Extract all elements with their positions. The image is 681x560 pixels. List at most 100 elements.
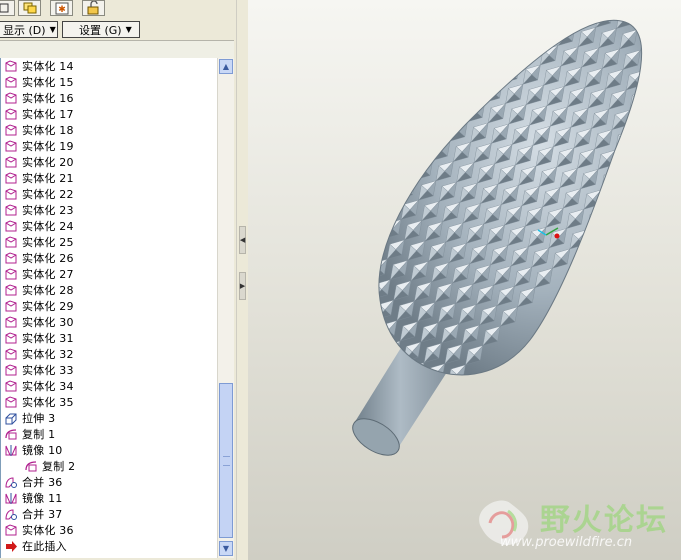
tree-item[interactable]: 实体化 15 <box>3 74 74 90</box>
solidify-icon <box>3 395 19 409</box>
solidify-icon <box>3 203 19 217</box>
tree-item-label: 合并 36 <box>22 476 63 489</box>
mirror-icon <box>3 443 19 457</box>
solidify-icon <box>3 331 19 345</box>
chevron-down-icon: ▼ <box>49 25 56 34</box>
tree-item-label: 实体化 30 <box>22 316 74 329</box>
tree-item-label: 实体化 23 <box>22 204 74 217</box>
tree-item[interactable]: 实体化 26 <box>3 250 74 266</box>
tree-item-label: 实体化 15 <box>22 76 74 89</box>
tree-item[interactable]: 合并 36 <box>3 474 63 490</box>
tree-item[interactable]: 实体化 28 <box>3 282 74 298</box>
merge-icon <box>3 507 19 521</box>
tree-item[interactable]: 实体化 22 <box>3 186 74 202</box>
graphics-viewport[interactable] <box>248 0 681 560</box>
pine-cone-model <box>352 19 643 456</box>
tree-item-label: 实体化 22 <box>22 188 74 201</box>
tree-item[interactable]: 实体化 30 <box>3 314 74 330</box>
tree-item-label: 实体化 27 <box>22 268 74 281</box>
tree-toolbar: ✱ <box>0 0 236 18</box>
solidify-icon <box>3 139 19 153</box>
tree-item[interactable]: 复制 2 <box>23 458 75 474</box>
tree-item[interactable]: 实体化 19 <box>3 138 74 154</box>
tree-item[interactable]: 复制 1 <box>3 426 55 442</box>
tree-filter-icon[interactable] <box>0 0 15 16</box>
tree-item[interactable]: 实体化 18 <box>3 122 74 138</box>
solidify-icon <box>3 267 19 281</box>
star-icon[interactable]: ✱ <box>50 0 73 16</box>
tree-item[interactable]: 实体化 14 <box>3 58 74 74</box>
settings-lock-icon[interactable] <box>82 0 105 16</box>
show-menu-button[interactable]: 显示 (D) ▼ <box>0 21 58 38</box>
tree-item-label: 实体化 18 <box>22 124 74 137</box>
tree-item-label: 实体化 14 <box>22 60 74 73</box>
tree-item-label: 复制 2 <box>42 460 76 473</box>
tree-item-label: 实体化 20 <box>22 156 74 169</box>
solidify-icon <box>3 251 19 265</box>
chevron-down-icon: ▼ <box>125 25 132 34</box>
extrude-icon <box>3 411 19 425</box>
tree-item[interactable]: 实体化 17 <box>3 106 74 122</box>
tree-item[interactable]: 合并 37 <box>3 506 63 522</box>
cone-body <box>378 19 643 376</box>
tree-item[interactable]: 实体化 21 <box>3 170 74 186</box>
model-tree: 实体化 14 实体化 15 实体化 16 实体化 17 实体化 18 实体化 19 实体化 … <box>0 58 219 558</box>
tree-item-label: 实体化 33 <box>22 364 74 377</box>
watermark-url: www.proewildfire.cn <box>500 535 633 550</box>
settings-menu-button[interactable]: 设置 (G) ▼ <box>62 21 140 38</box>
tree-item[interactable]: 实体化 36 <box>3 522 74 538</box>
scroll-thumb[interactable] <box>219 383 233 538</box>
show-menu-label: 显示 (D) <box>3 23 46 37</box>
solidify-icon <box>3 523 19 537</box>
tree-item[interactable]: 实体化 27 <box>3 266 74 282</box>
watermark-title: 野火论坛 <box>540 503 668 538</box>
tree-item[interactable]: 实体化 33 <box>3 362 74 378</box>
tree-item[interactable]: 实体化 32 <box>3 346 74 362</box>
tree-item-label: 镜像 10 <box>22 444 63 457</box>
solidify-icon <box>3 107 19 121</box>
solidify-icon <box>3 363 19 377</box>
tree-item-label: 实体化 29 <box>22 300 74 313</box>
solidify-icon <box>3 379 19 393</box>
tree-item-label: 拉伸 3 <box>22 412 56 425</box>
tree-item[interactable]: 拉伸 3 <box>3 410 55 426</box>
layer-icon[interactable] <box>18 0 41 16</box>
tree-item[interactable]: 实体化 16 <box>3 90 74 106</box>
tree-item-label: 在此插入 <box>22 540 67 553</box>
tree-item-label: 实体化 28 <box>22 284 74 297</box>
tree-item[interactable]: 实体化 20 <box>3 154 74 170</box>
svg-text:✱: ✱ <box>58 5 66 15</box>
tree-item-label: 实体化 32 <box>22 348 74 361</box>
tree-item[interactable]: 镜像 10 <box>3 442 63 458</box>
tree-item[interactable]: 实体化 25 <box>3 234 74 250</box>
tree-item[interactable]: 在此插入 <box>3 538 67 554</box>
tree-item-label: 镜像 11 <box>22 492 63 505</box>
solidify-icon <box>3 59 19 73</box>
collapse-left-icon[interactable]: ◀ <box>239 226 246 254</box>
tree-item[interactable]: 实体化 29 <box>3 298 74 314</box>
tree-item[interactable]: 实体化 23 <box>3 202 74 218</box>
tree-item-label: 实体化 17 <box>22 108 74 121</box>
solidify-icon <box>3 315 19 329</box>
tree-column-header <box>0 40 234 59</box>
tree-item-label: 实体化 16 <box>22 92 74 105</box>
settings-menu-label: 设置 (G) <box>79 23 122 37</box>
tree-item-label: 实体化 19 <box>22 140 74 153</box>
tree-scrollbar[interactable]: ▲ ▼ <box>217 58 234 558</box>
tree-item-label: 合并 37 <box>22 508 63 521</box>
tree-item[interactable]: 实体化 34 <box>3 378 74 394</box>
expand-right-icon[interactable]: ▶ <box>239 272 246 300</box>
copy-icon <box>23 459 39 473</box>
tree-item-label: 实体化 24 <box>22 220 74 233</box>
solidify-icon <box>3 187 19 201</box>
tree-item[interactable]: 实体化 31 <box>3 330 74 346</box>
mirror-icon <box>3 491 19 505</box>
scroll-up-button[interactable]: ▲ <box>219 59 233 74</box>
tree-item[interactable]: 实体化 24 <box>3 218 74 234</box>
scroll-down-button[interactable]: ▼ <box>219 541 233 556</box>
insert-here-icon <box>3 539 19 553</box>
solidify-icon <box>3 171 19 185</box>
tree-item-label: 实体化 35 <box>22 396 74 409</box>
tree-item[interactable]: 实体化 35 <box>3 394 74 410</box>
tree-item[interactable]: 镜像 11 <box>3 490 63 506</box>
